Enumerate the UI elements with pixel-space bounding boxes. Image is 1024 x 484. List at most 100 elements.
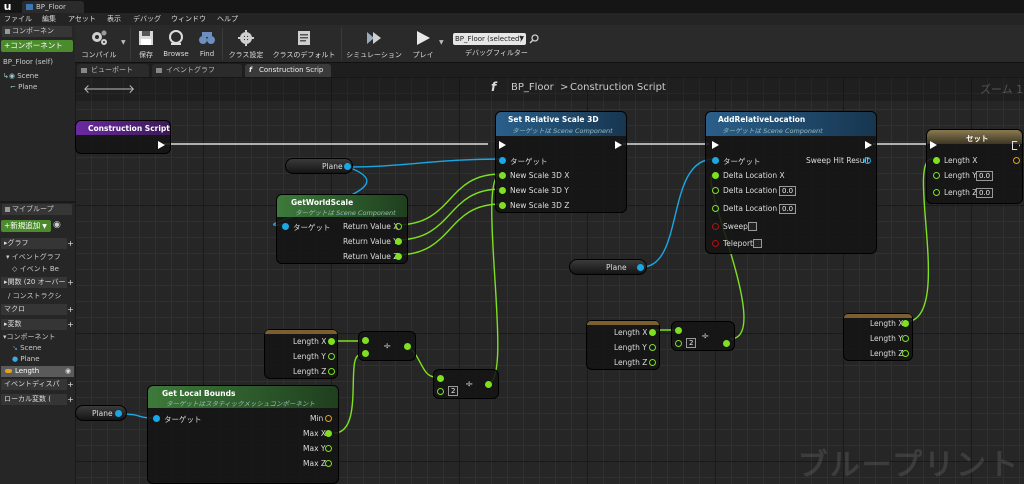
divide-b-pin[interactable] [675,340,682,347]
construction-script-node[interactable]: Construction Script [75,120,171,154]
divide-out-pin[interactable] [723,340,730,347]
tab-event-graph[interactable]: イベントグラフ [152,64,242,77]
menu-window[interactable]: ウィンドウ [171,13,206,25]
exec-in-pin[interactable] [499,141,506,149]
menu-debug[interactable]: デバッグ [133,13,161,25]
scale-x-pin[interactable] [499,172,506,179]
browse-button[interactable]: Browse [161,27,191,61]
length-variable-node[interactable]: Length X Length Y Length Z [843,313,913,361]
length-x-out-pin[interactable] [328,338,335,345]
sweep-hit-result-pin[interactable] [864,157,871,164]
add-variable-button[interactable]: + [67,319,74,330]
tree-var-length[interactable]: Length ◉ [1,366,74,377]
length-x-out-pin[interactable] [902,320,909,327]
add-local-variable-button[interactable]: + [67,394,74,405]
divide-a-pin[interactable] [437,375,444,382]
length-y-out-pin[interactable] [902,335,909,342]
length-x-out-pin[interactable] [649,329,656,336]
sweep-pin[interactable] [712,223,719,230]
teleport-checkbox[interactable] [753,239,762,248]
delta-y-pin[interactable] [712,187,719,194]
return-x-pin[interactable] [395,223,402,230]
add-new-button[interactable]: +新規追加 ▼ [1,220,51,232]
my-blueprint-tab[interactable]: マイブループ [2,204,72,215]
plane-out-pin[interactable] [637,264,644,271]
tab-viewport[interactable]: ビューポート [77,64,149,77]
menu-edit[interactable]: 編集 [42,13,56,25]
plane-variable-node[interactable]: Plane [285,158,353,174]
plane-out-pin[interactable] [344,163,351,170]
add-graph-button[interactable]: + [67,238,74,249]
length-y-value[interactable]: 0.0 [976,171,994,181]
class-defaults-button[interactable]: クラスのデフォルト [269,27,339,61]
length-z-out-pin[interactable] [902,350,909,357]
category-functions[interactable]: ▸関数 (20 オーバー [1,277,67,288]
delta-z-value[interactable]: 0.0 [779,204,797,214]
add-dispatcher-button[interactable]: + [67,379,74,390]
teleport-pin[interactable] [712,240,719,247]
return-y-pin[interactable] [395,238,402,245]
max-z-pin[interactable] [325,460,332,467]
max-y-pin[interactable] [325,445,332,452]
document-tab[interactable]: BP_Floor [22,1,84,13]
sweep-checkbox[interactable] [748,222,757,231]
target-pin[interactable] [153,415,160,422]
tree-event-graph[interactable]: ▾ イベントグラフ [6,252,61,262]
tree-item-scene[interactable]: ↳◉ Scene [3,71,39,81]
graph-canvas[interactable]: 🡐 🡒 f BP_Floor > Construction Script ズーム… [75,77,1024,484]
divide-node[interactable]: 2 ÷ [433,369,499,399]
simulation-button[interactable]: シミュレーション [343,27,405,61]
compile-button[interactable]: コンパイル [77,27,121,61]
self-item[interactable]: BP_Floor (self) [3,57,53,67]
search-icon[interactable] [529,34,539,44]
compile-dropdown-icon[interactable]: ▼ [121,39,126,46]
divide-node[interactable]: 2 ÷ [671,321,735,351]
exec-in-pin[interactable] [712,141,719,149]
debug-object-select[interactable]: BP_Floor (selected) ▼ [453,33,526,45]
tree-var-plane[interactable]: ● Plane [12,354,40,364]
divide-out-pin[interactable] [485,381,492,388]
length-z-out-pin[interactable] [649,359,656,366]
add-relative-location-node[interactable]: AddRelativeLocation ターゲットは Scene Compone… [705,111,877,254]
menu-help[interactable]: ヘルプ [217,13,238,25]
exec-out-pin[interactable] [158,141,165,149]
get-world-scale-node[interactable]: GetWorldScale ターゲットは Scene Component ターゲ… [276,194,408,264]
play-dropdown-icon[interactable]: ▼ [439,39,444,46]
category-graph[interactable]: ▸グラフ [1,238,67,249]
visibility-eye-icon[interactable]: ◉ [65,366,71,377]
menu-file[interactable]: ファイル [4,13,32,25]
category-variables[interactable]: ▸変数 [1,319,67,330]
length-z-value[interactable]: 0.0 [976,188,994,198]
category-event-dispatchers[interactable]: イベントディスパ [1,379,67,390]
divide-a-pin[interactable] [675,327,682,334]
length-y-out-pin[interactable] [328,353,335,360]
eye-icon[interactable]: ◉ [53,220,61,230]
length-z-pin[interactable] [933,189,940,196]
tab-construction-script[interactable]: f Construction Scrip [245,64,331,77]
divide-node[interactable]: ÷ [358,331,416,361]
length-x-pin[interactable] [933,157,940,164]
plane-out-pin[interactable] [115,410,122,417]
length-out-pin[interactable] [1013,157,1020,164]
max-x-pin[interactable] [325,430,332,437]
set-relative-scale-node[interactable]: Set Relative Scale 3D ターゲットは Scene Compo… [495,111,627,213]
target-pin[interactable] [499,157,506,164]
delta-x-pin[interactable] [712,172,719,179]
return-z-pin[interactable] [395,253,402,260]
divisor-value[interactable]: 2 [448,386,459,396]
category-local-variables[interactable]: ローカル変数 ( [1,394,67,405]
length-z-out-pin[interactable] [328,368,335,375]
tree-var-scene[interactable]: ↘ Scene [12,343,41,353]
save-button[interactable]: 保存 [133,27,159,61]
set-length-node[interactable]: セット Length X Length Y 0.0 Length Z 0.0 [926,129,1023,204]
length-variable-node[interactable]: Length X Length Y Length Z [264,329,338,379]
length-y-pin[interactable] [933,172,940,179]
components-tab[interactable]: コンポーネン [2,26,72,37]
play-button[interactable]: プレイ [407,27,439,61]
target-pin[interactable] [712,157,719,164]
tree-components[interactable]: ▾コンポーネント [3,332,56,342]
scale-y-pin[interactable] [499,187,506,194]
plane-variable-node[interactable]: Plane [75,405,127,421]
tree-item-plane[interactable]: ⌐ Plane [10,82,37,92]
tree-construction-script[interactable]: / コンストラクシ [8,291,61,301]
